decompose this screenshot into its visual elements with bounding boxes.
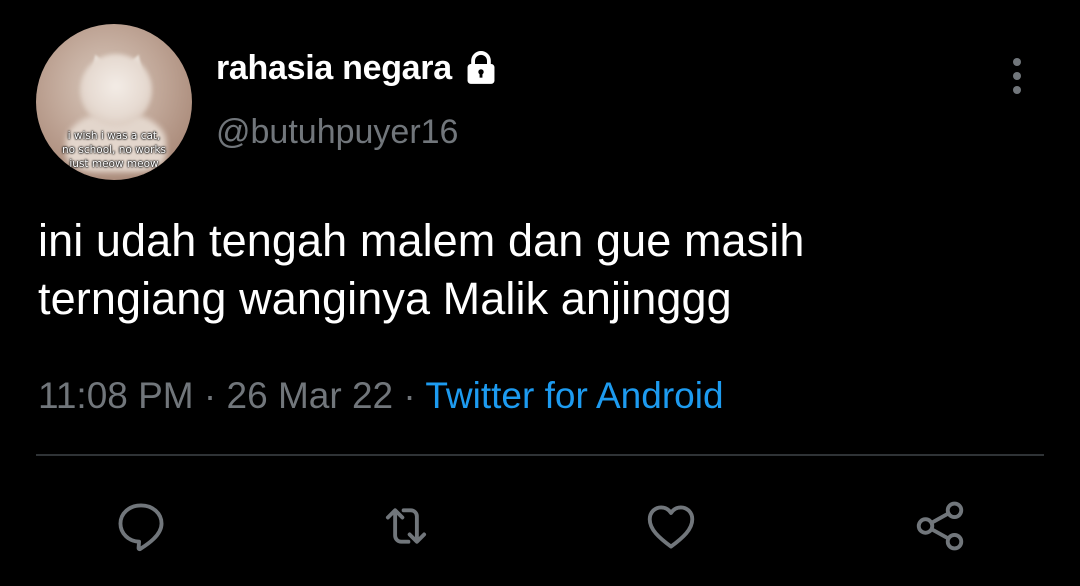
heart-icon: [647, 505, 695, 549]
tweet-date: 26 Mar 22: [226, 375, 394, 416]
reply-button[interactable]: [111, 496, 171, 556]
more-vertical-icon[interactable]: [1000, 56, 1034, 96]
divider: [36, 454, 1044, 456]
tweet-text-line: terngiang wanginya Malik anjinggg: [38, 273, 732, 324]
avatar-caption-line: just meow meow: [69, 158, 159, 170]
share-button[interactable]: [910, 496, 970, 556]
meta-separator: ·: [203, 375, 217, 416]
retweet-icon: [385, 508, 427, 544]
tweet-time: 11:08 PM: [38, 375, 194, 416]
avatar-cat-head: [80, 54, 152, 126]
avatar-caption-line: no school, no works: [61, 144, 167, 156]
tweet-meta: 11:08 PM · 26 Mar 22 · Twitter for Andro…: [38, 374, 724, 418]
display-name[interactable]: rahasia negara: [216, 48, 452, 88]
avatar[interactable]: i wish i was a cat, no school, no works …: [36, 24, 192, 180]
avatar-caption-line: i wish i was a cat,: [67, 130, 161, 142]
meta-separator: ·: [403, 375, 416, 416]
display-name-row[interactable]: rahasia negara: [216, 48, 500, 88]
tweet-text-line: ini udah tengah malem dan gue masih: [38, 215, 805, 266]
share-icon: [916, 501, 964, 551]
lock-icon: [467, 51, 495, 84]
like-button[interactable]: [641, 496, 701, 556]
reply-icon: [118, 503, 164, 552]
tweet-source-link[interactable]: Twitter for Android: [425, 375, 723, 416]
user-handle[interactable]: @butuhpuyer16: [216, 112, 458, 152]
retweet-button[interactable]: [376, 496, 436, 556]
tweet-text: ini udah tengah malem dan gue masih tern…: [38, 212, 1048, 328]
